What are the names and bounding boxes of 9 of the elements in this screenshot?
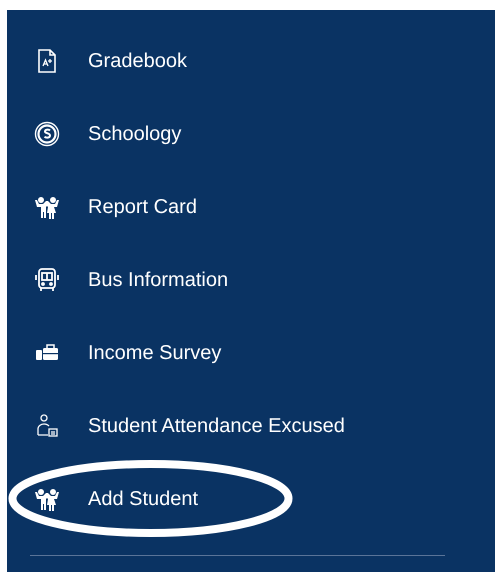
menu-item[interactable]: Report Card	[88, 192, 197, 222]
menu-item[interactable]: Bus Information	[88, 264, 228, 294]
menu-item[interactable]: Schoology	[88, 118, 182, 148]
menu-item[interactable]: Income Survey	[88, 338, 222, 368]
circle-icon	[34, 120, 60, 146]
menu-item[interactable]: Add Student	[88, 484, 198, 514]
menu-item[interactable]: Student Attendance Excused	[88, 410, 345, 440]
bus-icon	[34, 266, 60, 292]
menu-item[interactable]: Gradebook	[88, 46, 187, 76]
